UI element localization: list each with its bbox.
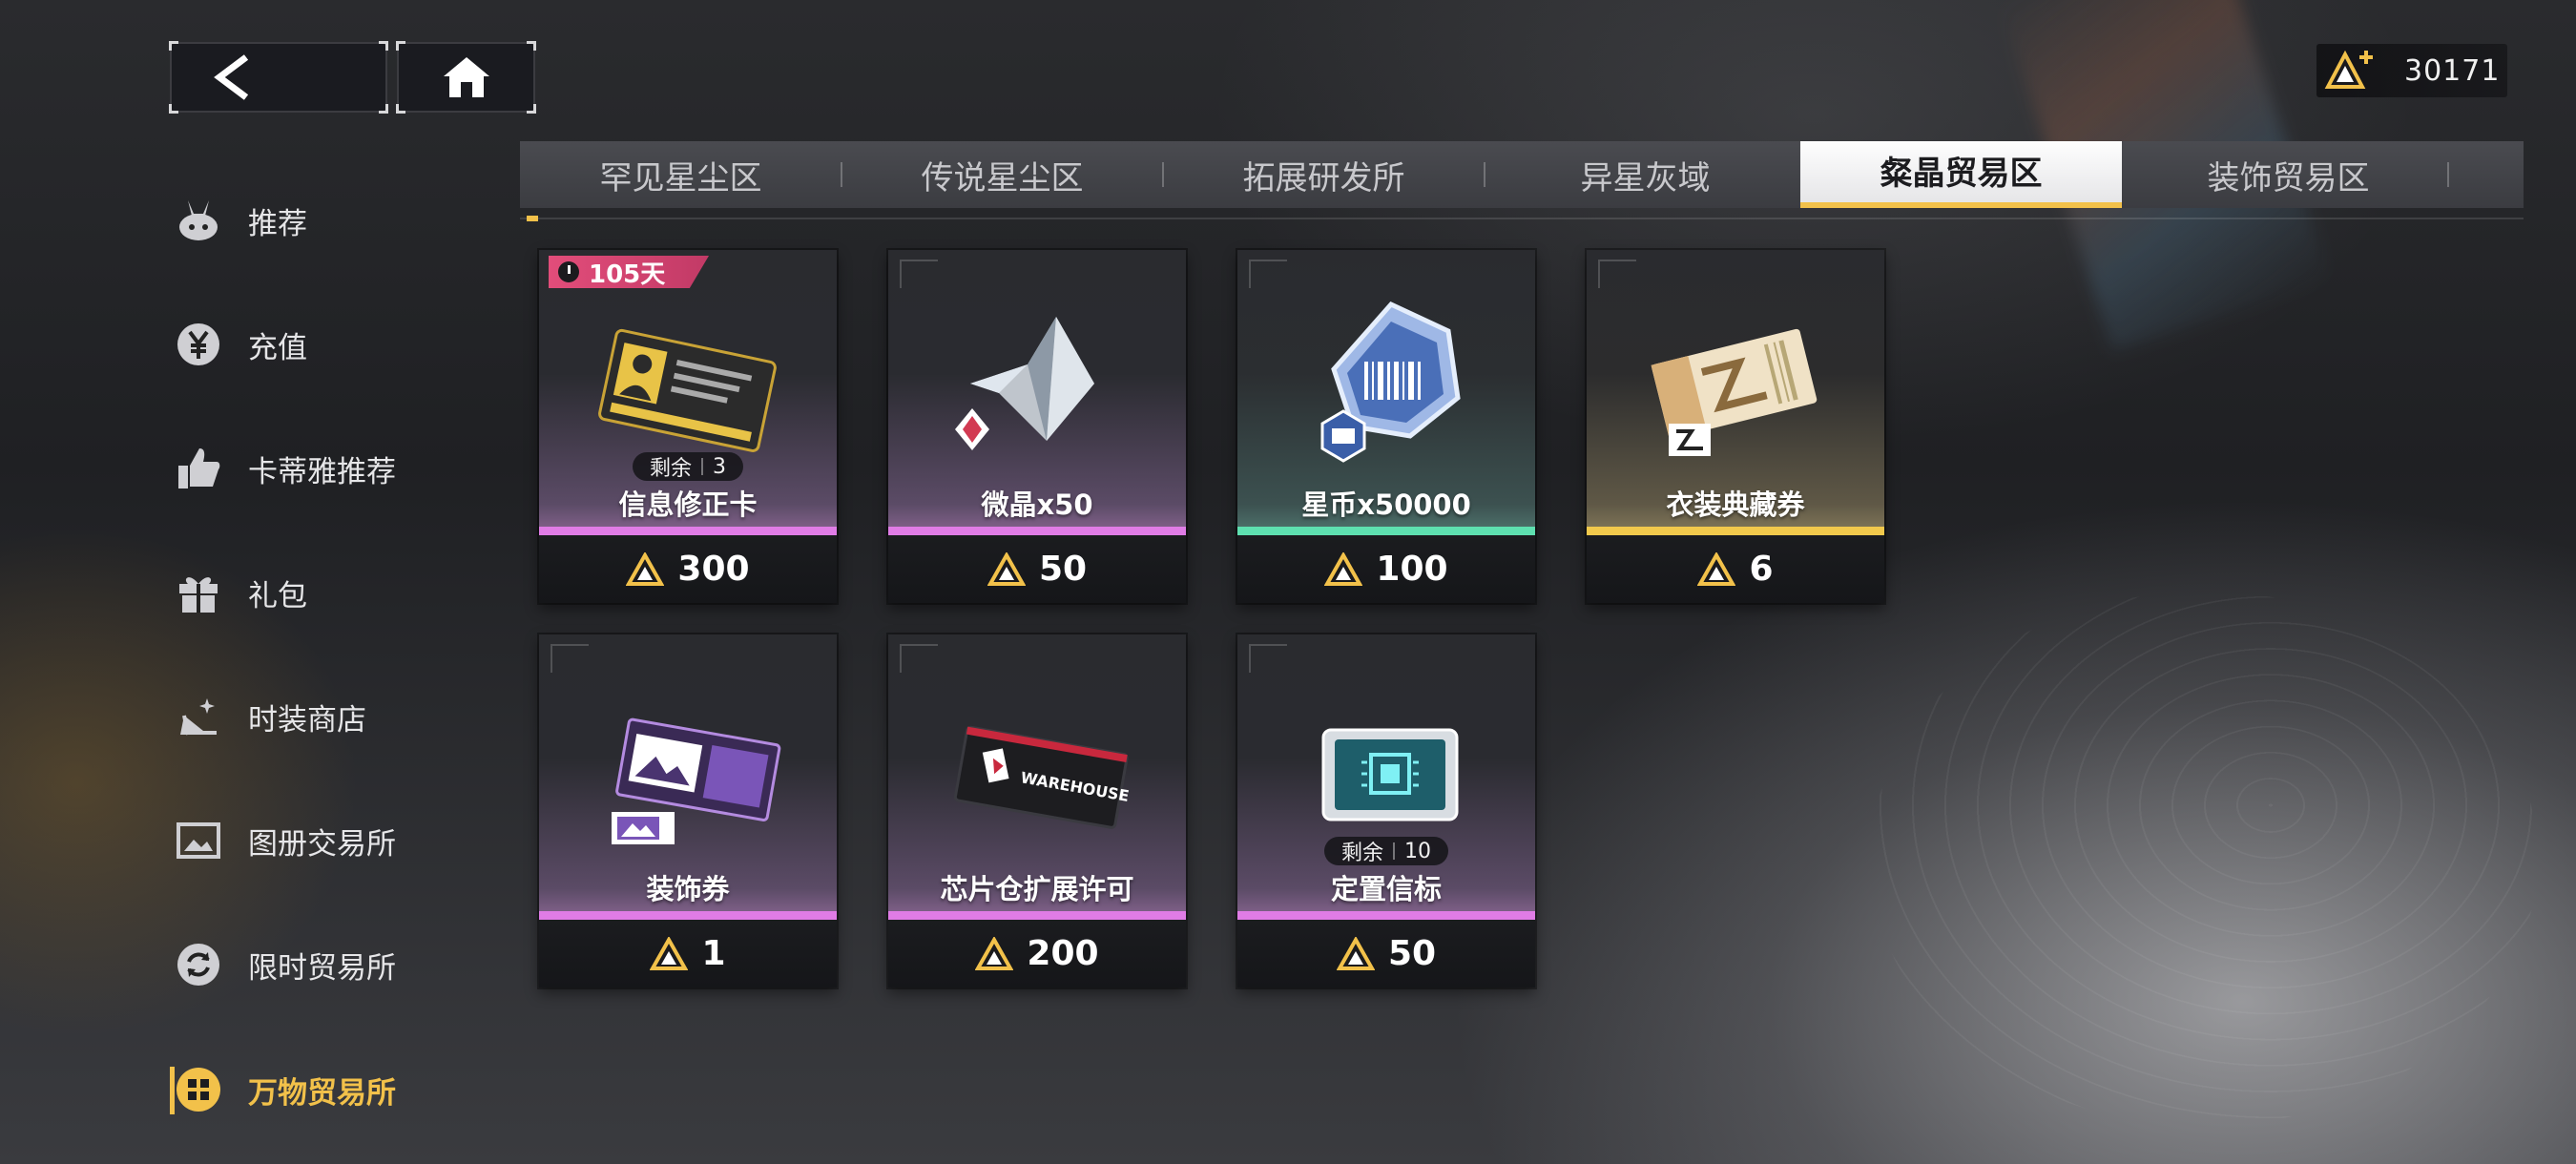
item-name: 定置信标 bbox=[1330, 873, 1442, 905]
sidebar-item-label: 推荐 bbox=[248, 206, 307, 241]
item-price: 50 bbox=[1387, 934, 1437, 973]
home-icon bbox=[443, 57, 489, 97]
item-name: 芯片仓扩展许可 bbox=[940, 873, 1134, 905]
time-limit-text: 105天 bbox=[589, 260, 666, 289]
background-topography bbox=[1870, 592, 2538, 1126]
thumbs-up-icon bbox=[172, 442, 225, 495]
shop-item-card[interactable]: 装饰券 1 bbox=[539, 634, 837, 987]
item-name: 微晶x50 bbox=[981, 488, 1093, 521]
item-price: 200 bbox=[1027, 934, 1099, 973]
item-price: 300 bbox=[677, 550, 750, 589]
rarity-stripe bbox=[1237, 911, 1535, 920]
tab-decoration-trade[interactable]: 装饰贸易区 bbox=[2128, 141, 2449, 208]
shop-item-card[interactable]: 105天 剩余 3 信息修正卡 300 bbox=[539, 250, 837, 603]
price-bar: 1 bbox=[539, 920, 837, 987]
yen-icon bbox=[172, 318, 225, 371]
crystal-currency-icon bbox=[987, 551, 1026, 586]
grid-icon bbox=[172, 1063, 225, 1116]
crystal-currency-icon bbox=[650, 936, 689, 970]
item-name: 信息修正卡 bbox=[618, 488, 758, 521]
currency-amount: 30171 bbox=[2404, 53, 2501, 88]
price-bar: 6 bbox=[1587, 535, 1884, 603]
crystal-currency-icon bbox=[1324, 551, 1363, 586]
tab-scroll-marker bbox=[527, 216, 538, 221]
currency-display[interactable]: 30171 bbox=[2316, 44, 2507, 97]
price-bar: 100 bbox=[1237, 535, 1535, 603]
sidebar-item-recommend[interactable]: 推荐 bbox=[172, 187, 487, 254]
shop-item-card[interactable]: 剩余 10 定置信标 50 bbox=[1237, 634, 1535, 987]
remaining-stock-badge: 剩余 10 bbox=[1323, 837, 1449, 865]
tab-underline bbox=[520, 218, 2524, 219]
crystal-currency-icon bbox=[1697, 551, 1736, 586]
tab-alien-grey-zone[interactable]: 异星灰域 bbox=[1485, 141, 1806, 208]
sidebar-item-recharge[interactable]: 充值 bbox=[172, 311, 487, 378]
heel-shoe-icon bbox=[172, 690, 225, 743]
shop-item-card[interactable]: 星币x50000 100 bbox=[1237, 250, 1535, 603]
price-bar: 200 bbox=[888, 920, 1186, 987]
tab-legend-stardust[interactable]: 传说星尘区 bbox=[841, 141, 1163, 208]
tab-crystal-trade[interactable]: 粲晶贸易区 bbox=[1800, 141, 2122, 208]
sidebar-item-label: 礼包 bbox=[248, 578, 307, 613]
tab-label: 罕见星尘区 bbox=[599, 158, 762, 197]
sidebar-item-gift-pack[interactable]: 礼包 bbox=[172, 559, 487, 626]
remaining-count: 10 bbox=[1404, 839, 1432, 863]
time-limit-badge: 105天 bbox=[549, 256, 709, 288]
price-bar: 300 bbox=[539, 535, 837, 603]
sidebar-item-label: 时装商店 bbox=[248, 702, 366, 738]
tab-label: 传说星尘区 bbox=[921, 158, 1084, 197]
tab-label: 拓展研发所 bbox=[1242, 158, 1405, 197]
rarity-stripe bbox=[888, 911, 1186, 920]
album-icon bbox=[172, 814, 225, 867]
tab-expansion-lab[interactable]: 拓展研发所 bbox=[1163, 141, 1485, 208]
category-tabs: 罕见星尘区 传说星尘区 拓展研发所 异星灰域 粲晶贸易区 装饰贸易区 bbox=[520, 141, 2524, 208]
sidebar-item-universal-trade[interactable]: 万物贸易所 bbox=[172, 1056, 487, 1123]
item-name: 星币x50000 bbox=[1301, 488, 1471, 521]
sidebar-item-label: 万物贸易所 bbox=[248, 1075, 396, 1111]
price-bar: 50 bbox=[1237, 920, 1535, 987]
item-name: 装饰券 bbox=[646, 873, 730, 905]
gift-icon bbox=[172, 566, 225, 619]
bunny-icon bbox=[172, 194, 225, 247]
crystal-currency-icon bbox=[975, 936, 1014, 970]
sidebar-item-katya-recommend[interactable]: 卡蒂雅推荐 bbox=[172, 435, 487, 502]
rarity-stripe bbox=[1237, 527, 1535, 535]
shop-item-card[interactable]: WAREHOUSE 芯片仓扩展许可 200 bbox=[888, 634, 1186, 987]
rarity-stripe bbox=[888, 527, 1186, 535]
rarity-stripe bbox=[539, 527, 837, 535]
refresh-icon bbox=[172, 938, 225, 991]
shop-item-card[interactable]: 微晶x50 50 bbox=[888, 250, 1186, 603]
sidebar-item-album-exchange[interactable]: 图册交易所 bbox=[172, 807, 487, 874]
remaining-label: 剩余 bbox=[649, 457, 693, 481]
tab-label: 装饰贸易区 bbox=[2207, 158, 2370, 197]
tab-label: 异星灰域 bbox=[1580, 158, 1711, 197]
remaining-label: 剩余 bbox=[1340, 842, 1384, 865]
rarity-stripe bbox=[539, 911, 837, 920]
sidebar-item-label: 图册交易所 bbox=[248, 826, 396, 862]
remaining-count: 3 bbox=[713, 454, 727, 479]
item-price: 100 bbox=[1376, 550, 1448, 589]
tab-divider bbox=[2447, 162, 2449, 187]
item-price: 50 bbox=[1038, 550, 1088, 589]
tab-rare-stardust[interactable]: 罕见星尘区 bbox=[520, 141, 841, 208]
shop-item-card[interactable]: 衣装典藏券 6 bbox=[1587, 250, 1884, 603]
crystal-currency-icon bbox=[1336, 936, 1375, 970]
rarity-stripe bbox=[1587, 527, 1884, 535]
back-button[interactable] bbox=[169, 41, 388, 114]
sidebar-item-fashion-store[interactable]: 时装商店 bbox=[172, 683, 487, 750]
sidebar-item-limited-trade[interactable]: 限时贸易所 bbox=[172, 931, 487, 998]
sidebar-item-label: 卡蒂雅推荐 bbox=[248, 454, 396, 489]
crystal-currency-icon bbox=[626, 551, 665, 586]
item-name: 衣装典藏券 bbox=[1666, 488, 1805, 521]
remaining-stock-badge: 剩余 3 bbox=[632, 452, 744, 481]
price-bar: 50 bbox=[888, 535, 1186, 603]
crystal-currency-icon bbox=[2324, 50, 2373, 89]
item-price: 1 bbox=[701, 934, 726, 973]
tab-label: 粲晶贸易区 bbox=[1880, 154, 2043, 193]
home-button[interactable] bbox=[396, 41, 536, 114]
item-price: 6 bbox=[1749, 550, 1774, 589]
back-arrow-icon bbox=[214, 54, 249, 100]
sidebar-item-label: 限时贸易所 bbox=[248, 950, 396, 986]
clock-icon bbox=[558, 261, 579, 282]
sidebar-item-label: 充值 bbox=[248, 330, 307, 365]
